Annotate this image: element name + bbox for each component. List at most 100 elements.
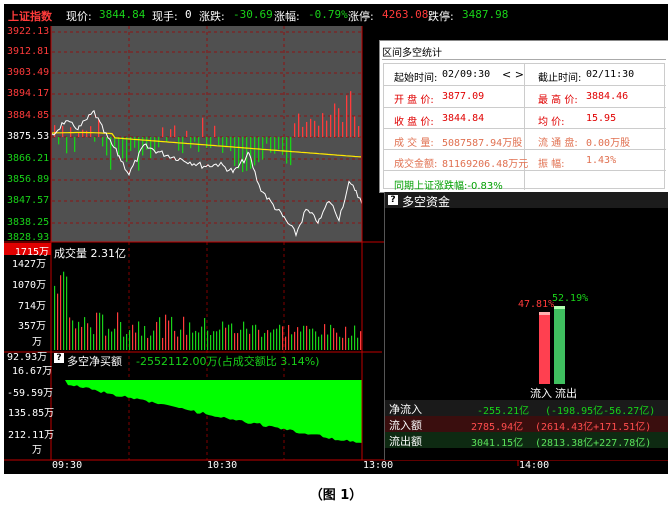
time-label: 10:30 bbox=[207, 460, 238, 471]
volume-bar-down bbox=[72, 320, 74, 350]
help-icon[interactable]: ? bbox=[388, 195, 398, 205]
volume-bar-up bbox=[75, 328, 77, 350]
divider bbox=[384, 170, 666, 171]
volume-bar-down bbox=[228, 324, 230, 350]
divider bbox=[384, 128, 666, 129]
funds-row-value: 3041.15亿 bbox=[471, 438, 524, 449]
end-value[interactable]: 02/11:30 bbox=[586, 69, 634, 80]
price-bar-down bbox=[278, 137, 280, 150]
price-axis-label: 3884.85 bbox=[7, 110, 50, 121]
volume-bar-up bbox=[336, 332, 338, 350]
open-value: 3877.09 bbox=[442, 91, 485, 102]
high-value: 3884.46 bbox=[586, 91, 629, 102]
volume-bar-down bbox=[255, 324, 257, 350]
volume-bar-down bbox=[264, 332, 266, 350]
help-icon[interactable]: ? bbox=[54, 353, 64, 363]
volume-bar-down bbox=[279, 324, 281, 350]
volume-bar-down bbox=[141, 335, 143, 350]
volume-bar-down bbox=[273, 329, 275, 350]
volume-bar-down bbox=[246, 328, 248, 350]
net-buy-area bbox=[54, 380, 362, 443]
open-label: 开 盘 价: bbox=[394, 95, 434, 106]
divider bbox=[384, 149, 666, 150]
volume-bar-down bbox=[63, 271, 65, 350]
time-label: 14:00 bbox=[519, 460, 550, 471]
price-bar-up bbox=[314, 120, 316, 137]
divider bbox=[384, 107, 666, 108]
volume-bar-down bbox=[144, 325, 146, 350]
price-bar-down bbox=[274, 137, 276, 154]
volume-bar-down bbox=[300, 331, 302, 350]
price-bar-down bbox=[222, 137, 224, 153]
net-title: 多空净买额 bbox=[67, 355, 122, 368]
price-axis-label: 3838.25 bbox=[7, 217, 50, 228]
volume-bar-down bbox=[120, 321, 122, 350]
index-change: 同期上证涨跌幅:-0.83% bbox=[394, 181, 503, 192]
price-bar-up bbox=[330, 114, 332, 137]
volume-bar-up bbox=[258, 329, 260, 350]
volume-bar-up bbox=[183, 316, 185, 350]
volume-bar-up bbox=[288, 324, 290, 350]
price-bar-up bbox=[214, 125, 216, 137]
volume-bar-down bbox=[318, 336, 320, 350]
volume-bar-down bbox=[216, 331, 218, 350]
volume-bar-up bbox=[267, 330, 269, 350]
price-bar-down bbox=[210, 137, 212, 149]
volume-bar-down bbox=[315, 331, 317, 350]
volume-bar-up bbox=[294, 331, 296, 350]
volume-bar-down bbox=[213, 331, 215, 350]
price-plot-bg bbox=[51, 26, 362, 242]
price-bar-up bbox=[306, 121, 308, 137]
price-bar-up bbox=[162, 127, 164, 137]
volume-bar-up bbox=[249, 333, 251, 350]
volume-bar-down bbox=[111, 331, 113, 350]
price-bar-up bbox=[90, 126, 92, 137]
price-bar-down bbox=[242, 137, 244, 173]
end-label: 截止时间: bbox=[538, 73, 582, 84]
time-nav-arrows[interactable]: < > bbox=[502, 68, 524, 81]
volume-bars bbox=[54, 271, 362, 350]
price-bar-down bbox=[218, 137, 220, 146]
funds-row-label: 流入额 bbox=[389, 419, 422, 432]
volume-bar-down bbox=[312, 328, 314, 350]
avg-label: 均 价: bbox=[538, 117, 565, 128]
net-axis-label: -59.59万 bbox=[7, 388, 54, 399]
volume-bar-down bbox=[201, 326, 203, 350]
volume-bar-down bbox=[240, 329, 242, 350]
volume-bar-down bbox=[291, 334, 293, 350]
start-value[interactable]: 02/09:30 bbox=[442, 69, 490, 80]
volume-bar-up bbox=[105, 335, 107, 350]
price-bar-up bbox=[186, 130, 188, 137]
volume-axis-label: 万 bbox=[32, 337, 42, 348]
price-bar-down bbox=[102, 137, 104, 147]
volume-bar-down bbox=[261, 336, 263, 350]
volume-bar-down bbox=[327, 334, 329, 350]
volume-bar-down bbox=[204, 318, 206, 350]
price-bar-down bbox=[58, 137, 60, 145]
volume-bar-up bbox=[237, 333, 239, 350]
funds-row-label: 净流入 bbox=[389, 403, 422, 416]
volume-axis-label: 357万 bbox=[18, 321, 47, 332]
price-axis-label: 3847.57 bbox=[7, 195, 50, 206]
float-label: 流 通 盘: bbox=[538, 138, 578, 149]
volume-bar-down bbox=[93, 334, 95, 350]
price-bar-up bbox=[298, 113, 300, 137]
figure-caption: （图 1） bbox=[309, 488, 363, 503]
volume-bar-down bbox=[321, 334, 323, 350]
volume-bar-down bbox=[276, 328, 278, 350]
price-bar-down bbox=[126, 137, 128, 162]
high-label: 最 高 价: bbox=[538, 95, 578, 106]
price-bar-up bbox=[310, 118, 312, 137]
volume-bar-down bbox=[129, 330, 131, 350]
time-label: 09:30 bbox=[52, 460, 83, 471]
price-bar-down bbox=[118, 137, 120, 155]
price-bar-up bbox=[202, 117, 204, 137]
volume-bar-up bbox=[342, 337, 344, 350]
volume-value: 5087587.94万股 bbox=[442, 138, 523, 149]
funds-row: 流入额 2785.94亿 (2614.43亿+171.51亿) bbox=[385, 416, 668, 433]
close-value: 3844.84 bbox=[442, 113, 485, 124]
price-axis-label: 3866.21 bbox=[7, 153, 50, 164]
price-bar-up bbox=[86, 130, 88, 137]
avg-value: 15.95 bbox=[586, 113, 617, 124]
outflow-pct: 52.19% bbox=[552, 293, 589, 304]
